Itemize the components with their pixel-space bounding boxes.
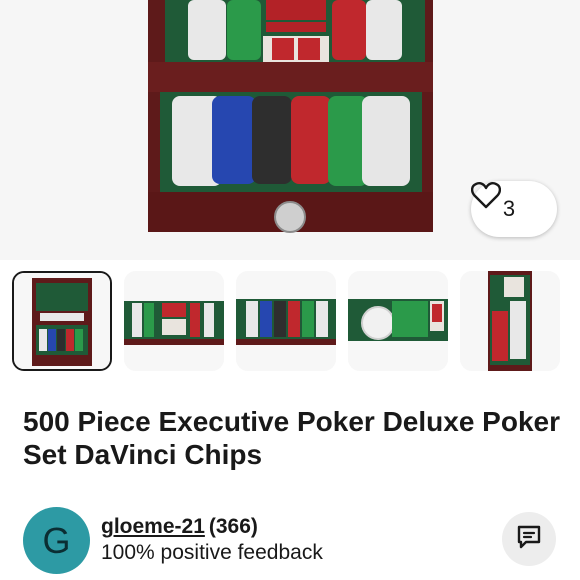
thumbnail-2[interactable] (124, 271, 224, 371)
seller-name-link[interactable]: gloeme-21 (101, 515, 205, 538)
thumbnail-image (14, 273, 110, 369)
thumbnail-4[interactable] (348, 271, 448, 371)
seller-feedback-percentage: 100% positive feedback (101, 541, 323, 564)
seller-info: gloeme-21 (366) (101, 515, 258, 539)
thumbnail-5[interactable] (460, 271, 560, 371)
seller-avatar[interactable]: G (23, 507, 90, 574)
avatar-initial: G (42, 519, 71, 561)
thumbnail-image (460, 271, 560, 371)
thumbnail-image (348, 271, 448, 371)
seller-feedback-count: (366) (208, 515, 258, 538)
thumbnail-image (236, 271, 336, 371)
thumbnail-3[interactable] (236, 271, 336, 371)
chat-bubble-icon (515, 523, 543, 556)
watch-button[interactable]: 3 (471, 181, 557, 237)
thumbnail-1[interactable] (12, 271, 112, 371)
thumbnail-image (124, 271, 224, 371)
contact-seller-button[interactable] (502, 512, 556, 566)
listing-title: 500 Piece Executive Poker Deluxe Poker S… (23, 406, 560, 470)
image-thumbnail-strip (12, 271, 580, 371)
main-product-image[interactable]: 3 (0, 0, 580, 260)
watch-count: 3 (502, 196, 516, 221)
